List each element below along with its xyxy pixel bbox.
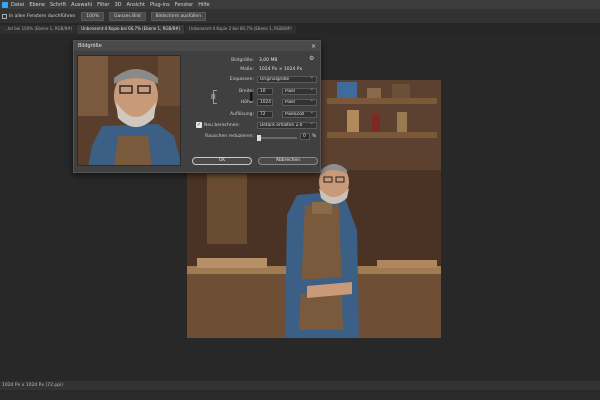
reduce-noise-slider[interactable]	[257, 135, 297, 141]
image-preview[interactable]	[77, 55, 181, 166]
resolution-label: Auflösung:	[230, 112, 254, 117]
document-tabs: ...tel bei 100% (Ebene 1, RGB/8#) Unbena…	[0, 24, 600, 34]
fill-screen-button[interactable]: Bildschirm ausfüllen	[150, 11, 207, 21]
checkbox-icon[interactable]	[2, 13, 7, 19]
fit-screen-button[interactable]: Ganzes Bild	[109, 11, 146, 21]
ok-button[interactable]: OK	[192, 157, 252, 165]
menu-3d[interactable]: 3D	[114, 2, 121, 8]
reduce-noise-thumb[interactable]	[257, 135, 261, 141]
width-input[interactable]: 10	[257, 88, 273, 95]
document-tab-active[interactable]: Unbenannt-4 Kopie bei 66,7% (Ebene 1, RG…	[77, 25, 185, 34]
document-tab[interactable]: ...tel bei 100% (Ebene 1, RGB/8#)	[0, 25, 77, 34]
bottom-strip	[0, 390, 600, 400]
resample-checkbox[interactable]: ✓	[196, 122, 202, 128]
reduce-noise-unit: %	[312, 134, 317, 139]
menu-ansicht[interactable]: Ansicht	[127, 2, 145, 8]
reduce-noise-input[interactable]: 0	[300, 133, 310, 140]
preview-photo	[78, 56, 180, 165]
width-label: Breite:	[239, 89, 254, 94]
photoshop-logo[interactable]	[2, 1, 8, 8]
image-size-value: 3,00 MB	[259, 58, 278, 63]
resolution-input[interactable]: 72	[257, 111, 273, 118]
zoom-100-button[interactable]: 100%	[81, 11, 105, 21]
document-info: 1024 Px x 1024 Px (72 ppi)	[2, 383, 64, 388]
fit-to-label: Einpassen:	[229, 77, 254, 82]
document-tab[interactable]: Unbenannt-4 Kopie 2 bei 66,7% (Ebene 1, …	[185, 25, 296, 34]
height-label: Höhe:	[240, 100, 254, 105]
height-input[interactable]: 1024	[257, 99, 273, 106]
menu-datei[interactable]: Datei	[11, 2, 24, 8]
dimensions-value: 1024 Px × 1024 Px	[259, 67, 303, 72]
resample-label: Neu berechnen:	[204, 123, 240, 128]
menu-fenster[interactable]: Fenster	[175, 2, 194, 8]
fit-to-select[interactable]: Originalgröße	[257, 76, 317, 83]
width-unit-select[interactable]: Pixel	[282, 88, 317, 95]
all-windows-label: In allen Fenstern durchführen	[9, 13, 76, 19]
status-bar: 1024 Px x 1024 Px (72 ppi)	[0, 381, 600, 390]
menu-filter[interactable]: Filter	[97, 2, 109, 8]
dimensions-label: Maße:	[240, 67, 254, 72]
height-unit-select[interactable]: Pixel	[282, 99, 317, 106]
cancel-button[interactable]: Abbrechen	[258, 157, 318, 165]
image-size-dialog: Bildgröße × Bildgröße: 3,00 MB ⚙ Maße: 1…	[73, 40, 321, 173]
gear-icon[interactable]: ⚙	[309, 55, 314, 62]
menu-plugins[interactable]: Plug-ins	[150, 2, 170, 8]
dialog-title: Bildgröße	[78, 43, 102, 49]
dialog-title-bar[interactable]: Bildgröße ×	[74, 41, 320, 51]
options-bar: In allen Fenstern durchführen 100% Ganze…	[0, 9, 600, 24]
menu-bar: Datei Ebene Schrift Auswahl Filter 3D An…	[0, 0, 600, 9]
image-size-label: Bildgröße:	[231, 58, 254, 63]
resample-method-select[interactable]: Details erhalten 2.0	[257, 122, 317, 129]
close-icon[interactable]: ×	[311, 43, 316, 50]
menu-auswahl[interactable]: Auswahl	[71, 2, 92, 8]
text-cursor-icon: I	[249, 90, 254, 104]
menu-ebene[interactable]: Ebene	[29, 2, 45, 8]
menu-hilfe[interactable]: Hilfe	[198, 2, 209, 8]
menu-schrift[interactable]: Schrift	[50, 2, 66, 8]
reduce-noise-label: Rauschen reduzieren:	[205, 134, 254, 139]
resolution-unit-select[interactable]: Pixel/Zoll	[282, 111, 317, 118]
